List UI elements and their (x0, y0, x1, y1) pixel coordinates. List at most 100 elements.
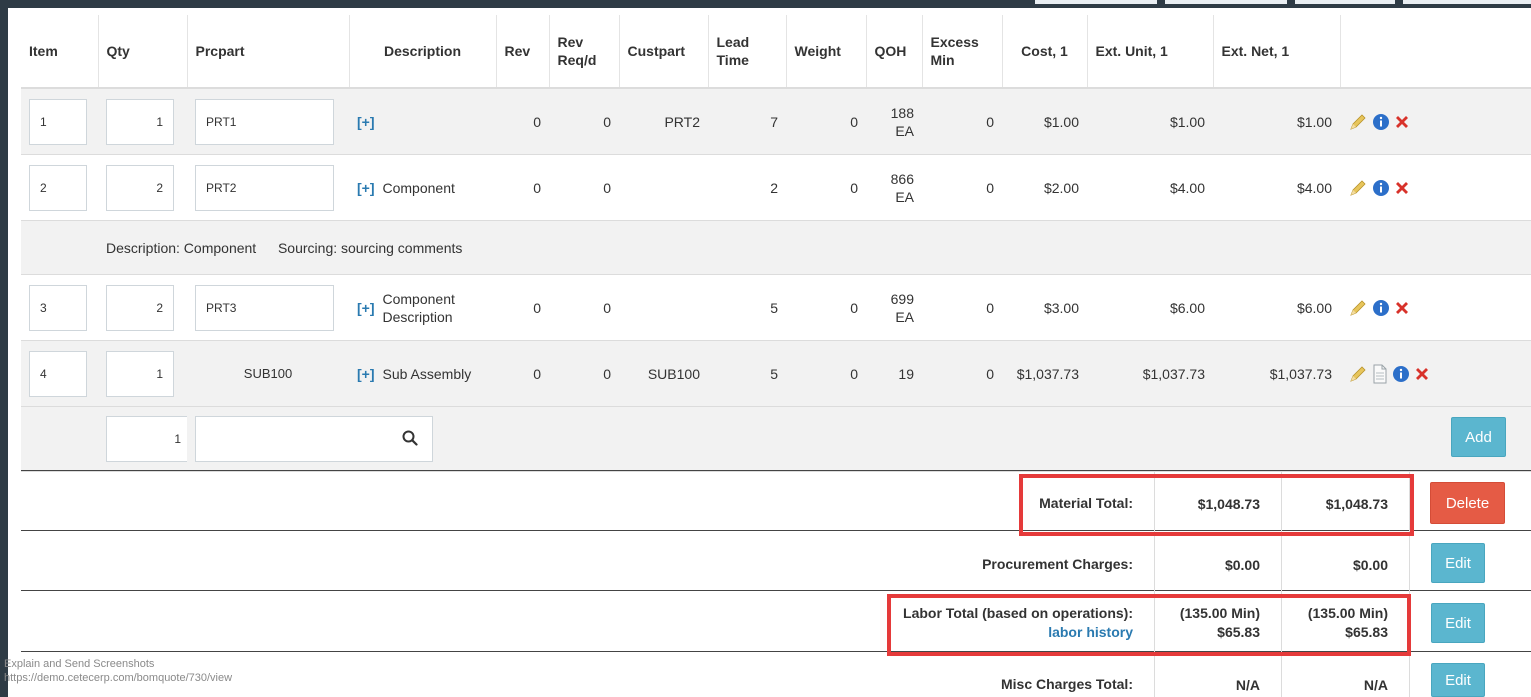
table-header-row: Item Qty Prcpart Description Rev Rev Req… (21, 15, 1531, 89)
procurement-charges-label: Procurement Charges: (982, 556, 1133, 572)
col-header-ext-net[interactable]: Ext. Net, 1 (1213, 15, 1341, 89)
pencil-icon[interactable] (1348, 178, 1368, 198)
qoh-value: 699 (890, 290, 914, 307)
pencil-icon[interactable] (1348, 364, 1368, 384)
ext-net-value: $1.00 (1213, 88, 1340, 155)
description-text: Component (382, 290, 455, 307)
col-header-ext-unit[interactable]: Ext. Unit, 1 (1087, 15, 1214, 89)
col-header-prcpart[interactable]: Prcpart (187, 15, 350, 89)
col-header-cost[interactable]: Cost, 1 (1002, 15, 1088, 89)
item-number-input[interactable]: 1 (29, 98, 87, 145)
prcpart-text: SUB100 (187, 340, 349, 407)
qty-input[interactable]: 2 (106, 284, 174, 331)
qoh-value: 866 (890, 170, 914, 187)
qoh-value: 188 (890, 104, 914, 121)
ext-net-value: $1,037.73 (1213, 340, 1340, 407)
prcpart-input[interactable]: PRT3 (195, 284, 334, 331)
item-number-input[interactable]: 3 (29, 284, 87, 331)
qty-input[interactable]: 2 (106, 164, 174, 211)
ext-net-value: $6.00 (1213, 274, 1340, 341)
expand-toggle[interactable]: [+] (357, 114, 375, 130)
window-left-edge (0, 0, 8, 697)
info-icon[interactable] (1372, 179, 1390, 197)
rev-reqd-value: 0 (549, 88, 619, 155)
rev-reqd-value: 0 (549, 340, 619, 407)
top-tab-4 (1403, 0, 1531, 4)
pencil-icon[interactable] (1348, 298, 1368, 318)
item-number-input[interactable]: 4 (29, 350, 87, 397)
document-icon[interactable] (1372, 364, 1388, 384)
description-text: Sub Assembly (382, 365, 472, 382)
edit-labor-button[interactable]: Edit (1431, 603, 1485, 643)
col-header-item[interactable]: Item (21, 15, 99, 89)
search-icon[interactable] (402, 430, 418, 449)
expand-toggle[interactable]: [+] (357, 366, 375, 382)
cost-value: $3.00 (1002, 274, 1087, 341)
rev-reqd-value: 0 (549, 154, 619, 221)
col-header-qty[interactable]: Qty (98, 15, 188, 89)
ext-unit-value: $4.00 (1087, 154, 1213, 221)
excess-min-value: 0 (922, 154, 1002, 221)
table-row: 2 2 PRT2 [+] Component 0 0 2 0 866 EA 0 $2… (21, 154, 1531, 221)
rev-value: 0 (496, 274, 549, 341)
add-line-button[interactable]: Add (1451, 417, 1506, 457)
top-tab-3 (1295, 0, 1395, 4)
weight-value: 0 (786, 88, 866, 155)
pencil-icon[interactable] (1348, 112, 1368, 132)
lead-time-value: 5 (708, 274, 786, 341)
qty-input[interactable]: 1 (106, 350, 174, 397)
description-text: Component (382, 179, 455, 196)
delete-icon[interactable] (1394, 180, 1410, 196)
col-header-custpart[interactable]: Custpart (619, 15, 709, 89)
cost-value: $2.00 (1002, 154, 1087, 221)
expand-toggle[interactable]: [+] (357, 180, 375, 196)
screenshot-tool-title: Explain and Send Screenshots (4, 658, 155, 670)
add-line-row: 1 (21, 406, 1531, 472)
qoh-uom: EA (895, 308, 914, 325)
weight-value: 0 (786, 340, 866, 407)
excess-min-value: 0 (922, 274, 1002, 341)
excess-min-value: 0 (922, 88, 1002, 155)
new-qty-input[interactable]: 1 (106, 416, 192, 462)
expand-toggle[interactable]: [+] (357, 300, 375, 316)
prcpart-input[interactable]: PRT2 (195, 164, 334, 211)
weight-value: 0 (786, 154, 866, 221)
lead-time-value: 2 (708, 154, 786, 221)
custpart-value: PRT2 (619, 88, 708, 155)
part-search-input[interactable] (195, 416, 433, 462)
screenshot-tool-note: Explain and Send Screenshots https://dem… (4, 657, 232, 685)
info-icon[interactable] (1372, 113, 1390, 131)
qty-input[interactable]: 1 (106, 98, 174, 145)
edit-procurement-button[interactable]: Edit (1431, 543, 1485, 583)
info-icon[interactable] (1392, 365, 1410, 383)
prcpart-input[interactable]: PRT1 (195, 98, 334, 145)
col-header-description[interactable]: Description (349, 15, 497, 89)
col-header-rev[interactable]: Rev (496, 15, 550, 89)
misc-charges-label: Misc Charges Total: (1001, 676, 1133, 692)
divider (21, 470, 1531, 471)
procurement-charges-unit: $0.00 (1224, 557, 1260, 573)
cost-value: $1.00 (1002, 88, 1087, 155)
rev-value: 0 (496, 340, 549, 407)
lead-time-value: 5 (708, 340, 786, 407)
table-row: 3 2 PRT3 [+] Component Description 0 0 5 0… (21, 274, 1531, 341)
weight-value: 0 (786, 274, 866, 341)
delete-icon[interactable] (1394, 300, 1410, 316)
edit-misc-button[interactable]: Edit (1431, 663, 1485, 697)
qoh-uom: EA (895, 188, 914, 205)
table-row: 4 1 SUB100 [+] Sub Assembly 0 0 SUB100 5 … (21, 340, 1531, 407)
bom-quote-view: Item Qty Prcpart Description Rev Rev Req… (0, 0, 1531, 697)
col-header-excess-min[interactable]: Excess Min (922, 15, 1003, 89)
delete-button[interactable]: Delete (1430, 482, 1505, 524)
col-header-lead-time[interactable]: Lead Time (708, 15, 787, 89)
lead-time-value: 7 (708, 88, 786, 155)
info-icon[interactable] (1372, 299, 1390, 317)
col-header-rev-reqd[interactable]: Rev Req/d (549, 15, 620, 89)
cost-value: $1,037.73 (1002, 340, 1087, 407)
item-number-input[interactable]: 2 (29, 164, 87, 211)
delete-icon[interactable] (1414, 366, 1430, 382)
col-header-weight[interactable]: Weight (786, 15, 867, 89)
qoh-uom: EA (895, 122, 914, 139)
col-header-qoh[interactable]: QOH (866, 15, 923, 89)
delete-icon[interactable] (1394, 114, 1410, 130)
